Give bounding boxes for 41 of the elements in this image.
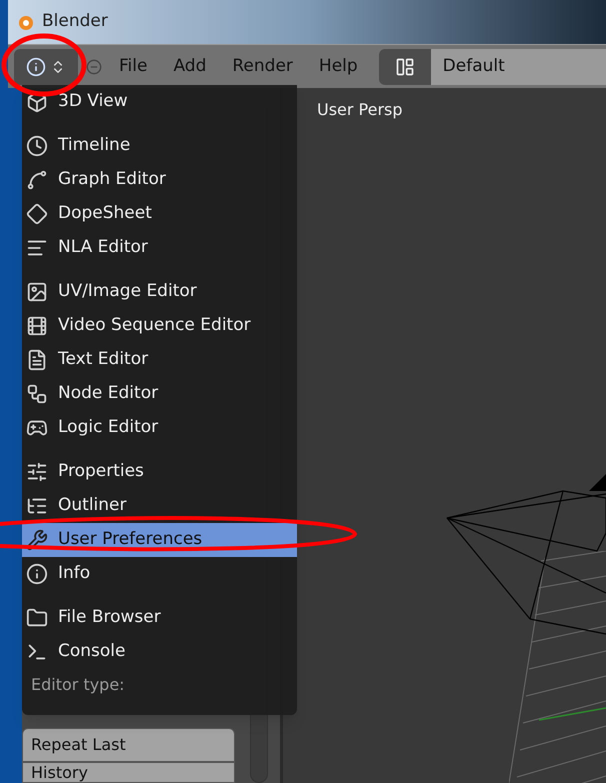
- menu-item[interactable]: Add: [164, 54, 216, 80]
- diamond-icon: [26, 203, 48, 225]
- window-title: Blender: [42, 10, 108, 34]
- menu-option[interactable]: Node Editor: [22, 377, 297, 411]
- menu-option[interactable]: UV/Image Editor: [22, 275, 297, 309]
- film-icon: [26, 315, 48, 337]
- menu-option[interactable]: Logic Editor: [22, 411, 297, 445]
- menu-option[interactable]: Properties: [22, 455, 297, 489]
- shelf-button[interactable]: Repeat Last: [22, 728, 235, 762]
- menu-option[interactable]: File Browser: [22, 601, 297, 635]
- menu-option[interactable]: NLA Editor: [22, 231, 297, 265]
- menu-option[interactable]: Text Editor: [22, 343, 297, 377]
- shelf-button[interactable]: History: [22, 762, 235, 783]
- menu-title: Editor type:: [30, 674, 126, 696]
- menu-option[interactable]: Graph Editor: [22, 163, 297, 197]
- layout-button[interactable]: [378, 48, 431, 84]
- layout-field[interactable]: Default: [430, 48, 606, 84]
- sliders-icon: [26, 461, 48, 483]
- editor-type-button[interactable]: [14, 48, 78, 84]
- menu-option[interactable]: Timeline: [22, 129, 297, 163]
- curve-icon: [26, 169, 48, 191]
- document-icon: [26, 349, 48, 371]
- image-icon: [26, 281, 48, 303]
- logo-icon: [16, 13, 34, 31]
- menu-option[interactable]: Outliner: [22, 489, 297, 523]
- info-icon: [26, 56, 46, 76]
- menu-option[interactable]: DopeSheet: [22, 197, 297, 231]
- menu-item[interactable]: Help: [310, 54, 367, 80]
- wrench-icon: [26, 529, 48, 551]
- menu-option[interactable]: 3D View: [22, 85, 297, 119]
- nodes-icon: [26, 383, 48, 405]
- menu-item[interactable]: Render: [223, 54, 302, 80]
- info-icon: [26, 563, 48, 585]
- viewport-label: User Persp: [317, 99, 403, 121]
- layout-icon: [394, 56, 415, 76]
- menu-option[interactable]: Info: [22, 557, 297, 591]
- menu-item[interactable]: File: [110, 54, 156, 80]
- menu-option[interactable]: Console: [22, 635, 297, 669]
- clock-icon: [26, 135, 48, 157]
- menu-option[interactable]: Video Sequence Editor: [22, 309, 297, 343]
- folder-icon: [26, 607, 48, 629]
